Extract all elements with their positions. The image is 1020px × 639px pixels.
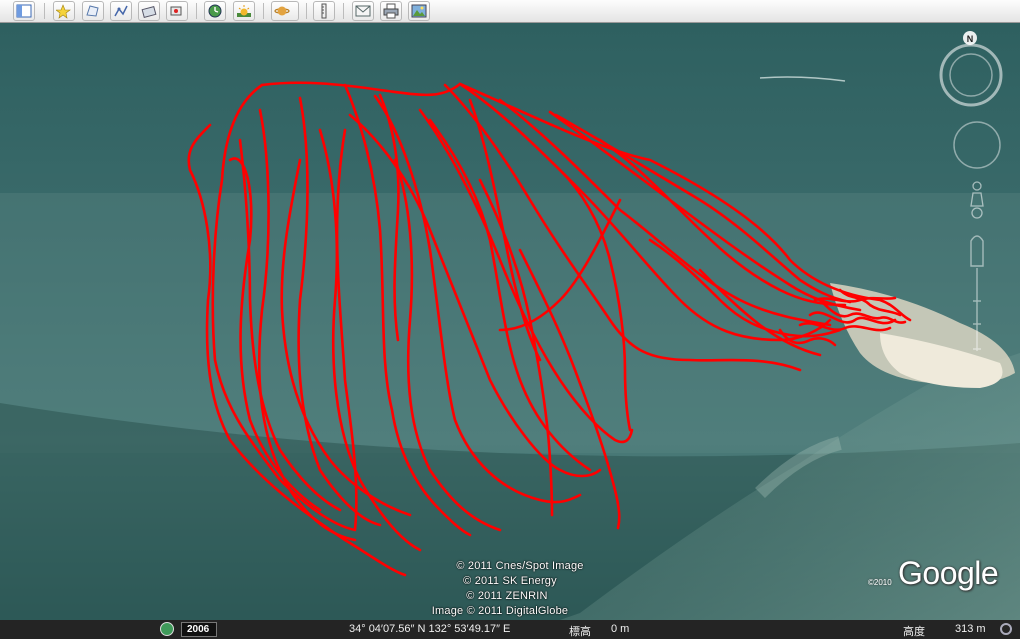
logo-copyright-year: ©2010 xyxy=(868,578,892,587)
ruler-icon xyxy=(321,3,327,19)
toolbar-separator xyxy=(263,3,264,19)
record-tour-button[interactable] xyxy=(166,1,188,21)
streaming-status-icon xyxy=(1000,623,1012,635)
ruler-button[interactable] xyxy=(313,1,335,21)
add-image-overlay-icon xyxy=(141,5,157,19)
coordinates-readout: 34° 04′07.56″ N 132° 53′49.17″ E xyxy=(349,623,511,635)
add-placemark-button[interactable] xyxy=(53,1,75,21)
compass-north-label: N xyxy=(967,34,974,44)
elevation-value: 0 m xyxy=(611,623,630,635)
add-path-icon xyxy=(114,5,128,17)
navigation-controls[interactable]: N xyxy=(935,31,1007,371)
add-path-button[interactable] xyxy=(110,1,132,21)
historical-imagery-clock-icon[interactable] xyxy=(160,622,174,636)
switch-to-planet-icon xyxy=(274,6,290,16)
toolbar-separator xyxy=(44,3,45,19)
toolbar xyxy=(0,0,1020,23)
toolbar-separator xyxy=(306,3,307,19)
sunlight-button[interactable] xyxy=(233,1,255,21)
email-button[interactable] xyxy=(352,1,374,21)
add-polygon-icon xyxy=(86,5,99,17)
imagery-year: 2006 xyxy=(187,624,210,635)
historical-imagery-button[interactable] xyxy=(204,1,226,21)
elevation-label: 標高 xyxy=(569,626,591,638)
record-tour-icon xyxy=(170,6,182,16)
status-bar: 2006 34° 04′07.56″ N 132° 53′49.17″ E 標高… xyxy=(0,620,1020,639)
eye-altitude-label: 高度 xyxy=(903,626,925,638)
eye-altitude-value: 313 m xyxy=(955,623,986,635)
sunlight-icon xyxy=(237,5,251,17)
save-image-button[interactable] xyxy=(408,1,430,21)
email-icon xyxy=(355,5,371,17)
sidebar-toggle-button[interactable] xyxy=(13,1,35,21)
map-view[interactable]: N © 2011 Cnes/Spot Image © 2011 SK Energ… xyxy=(0,23,1020,620)
add-placemark-icon xyxy=(56,4,71,19)
toolbar-separator xyxy=(343,3,344,19)
street-view-pegman-icon[interactable] xyxy=(970,181,984,219)
google-logo: Google xyxy=(898,555,999,591)
look-joystick-icon[interactable] xyxy=(953,121,1001,169)
add-polygon-button[interactable] xyxy=(82,1,104,21)
zoom-slider-icon[interactable] xyxy=(970,235,984,351)
historical-imagery-icon xyxy=(208,4,222,18)
gps-track xyxy=(187,81,912,577)
switch-planet-button[interactable] xyxy=(271,1,299,21)
imagery-date-box: 2006 xyxy=(181,622,217,637)
print-icon xyxy=(383,3,399,19)
print-button[interactable] xyxy=(380,1,402,21)
save-image-icon xyxy=(411,4,427,18)
add-image-overlay-button[interactable] xyxy=(138,1,160,21)
toolbar-separator xyxy=(196,3,197,19)
sidebar-toggle-icon xyxy=(16,4,32,18)
